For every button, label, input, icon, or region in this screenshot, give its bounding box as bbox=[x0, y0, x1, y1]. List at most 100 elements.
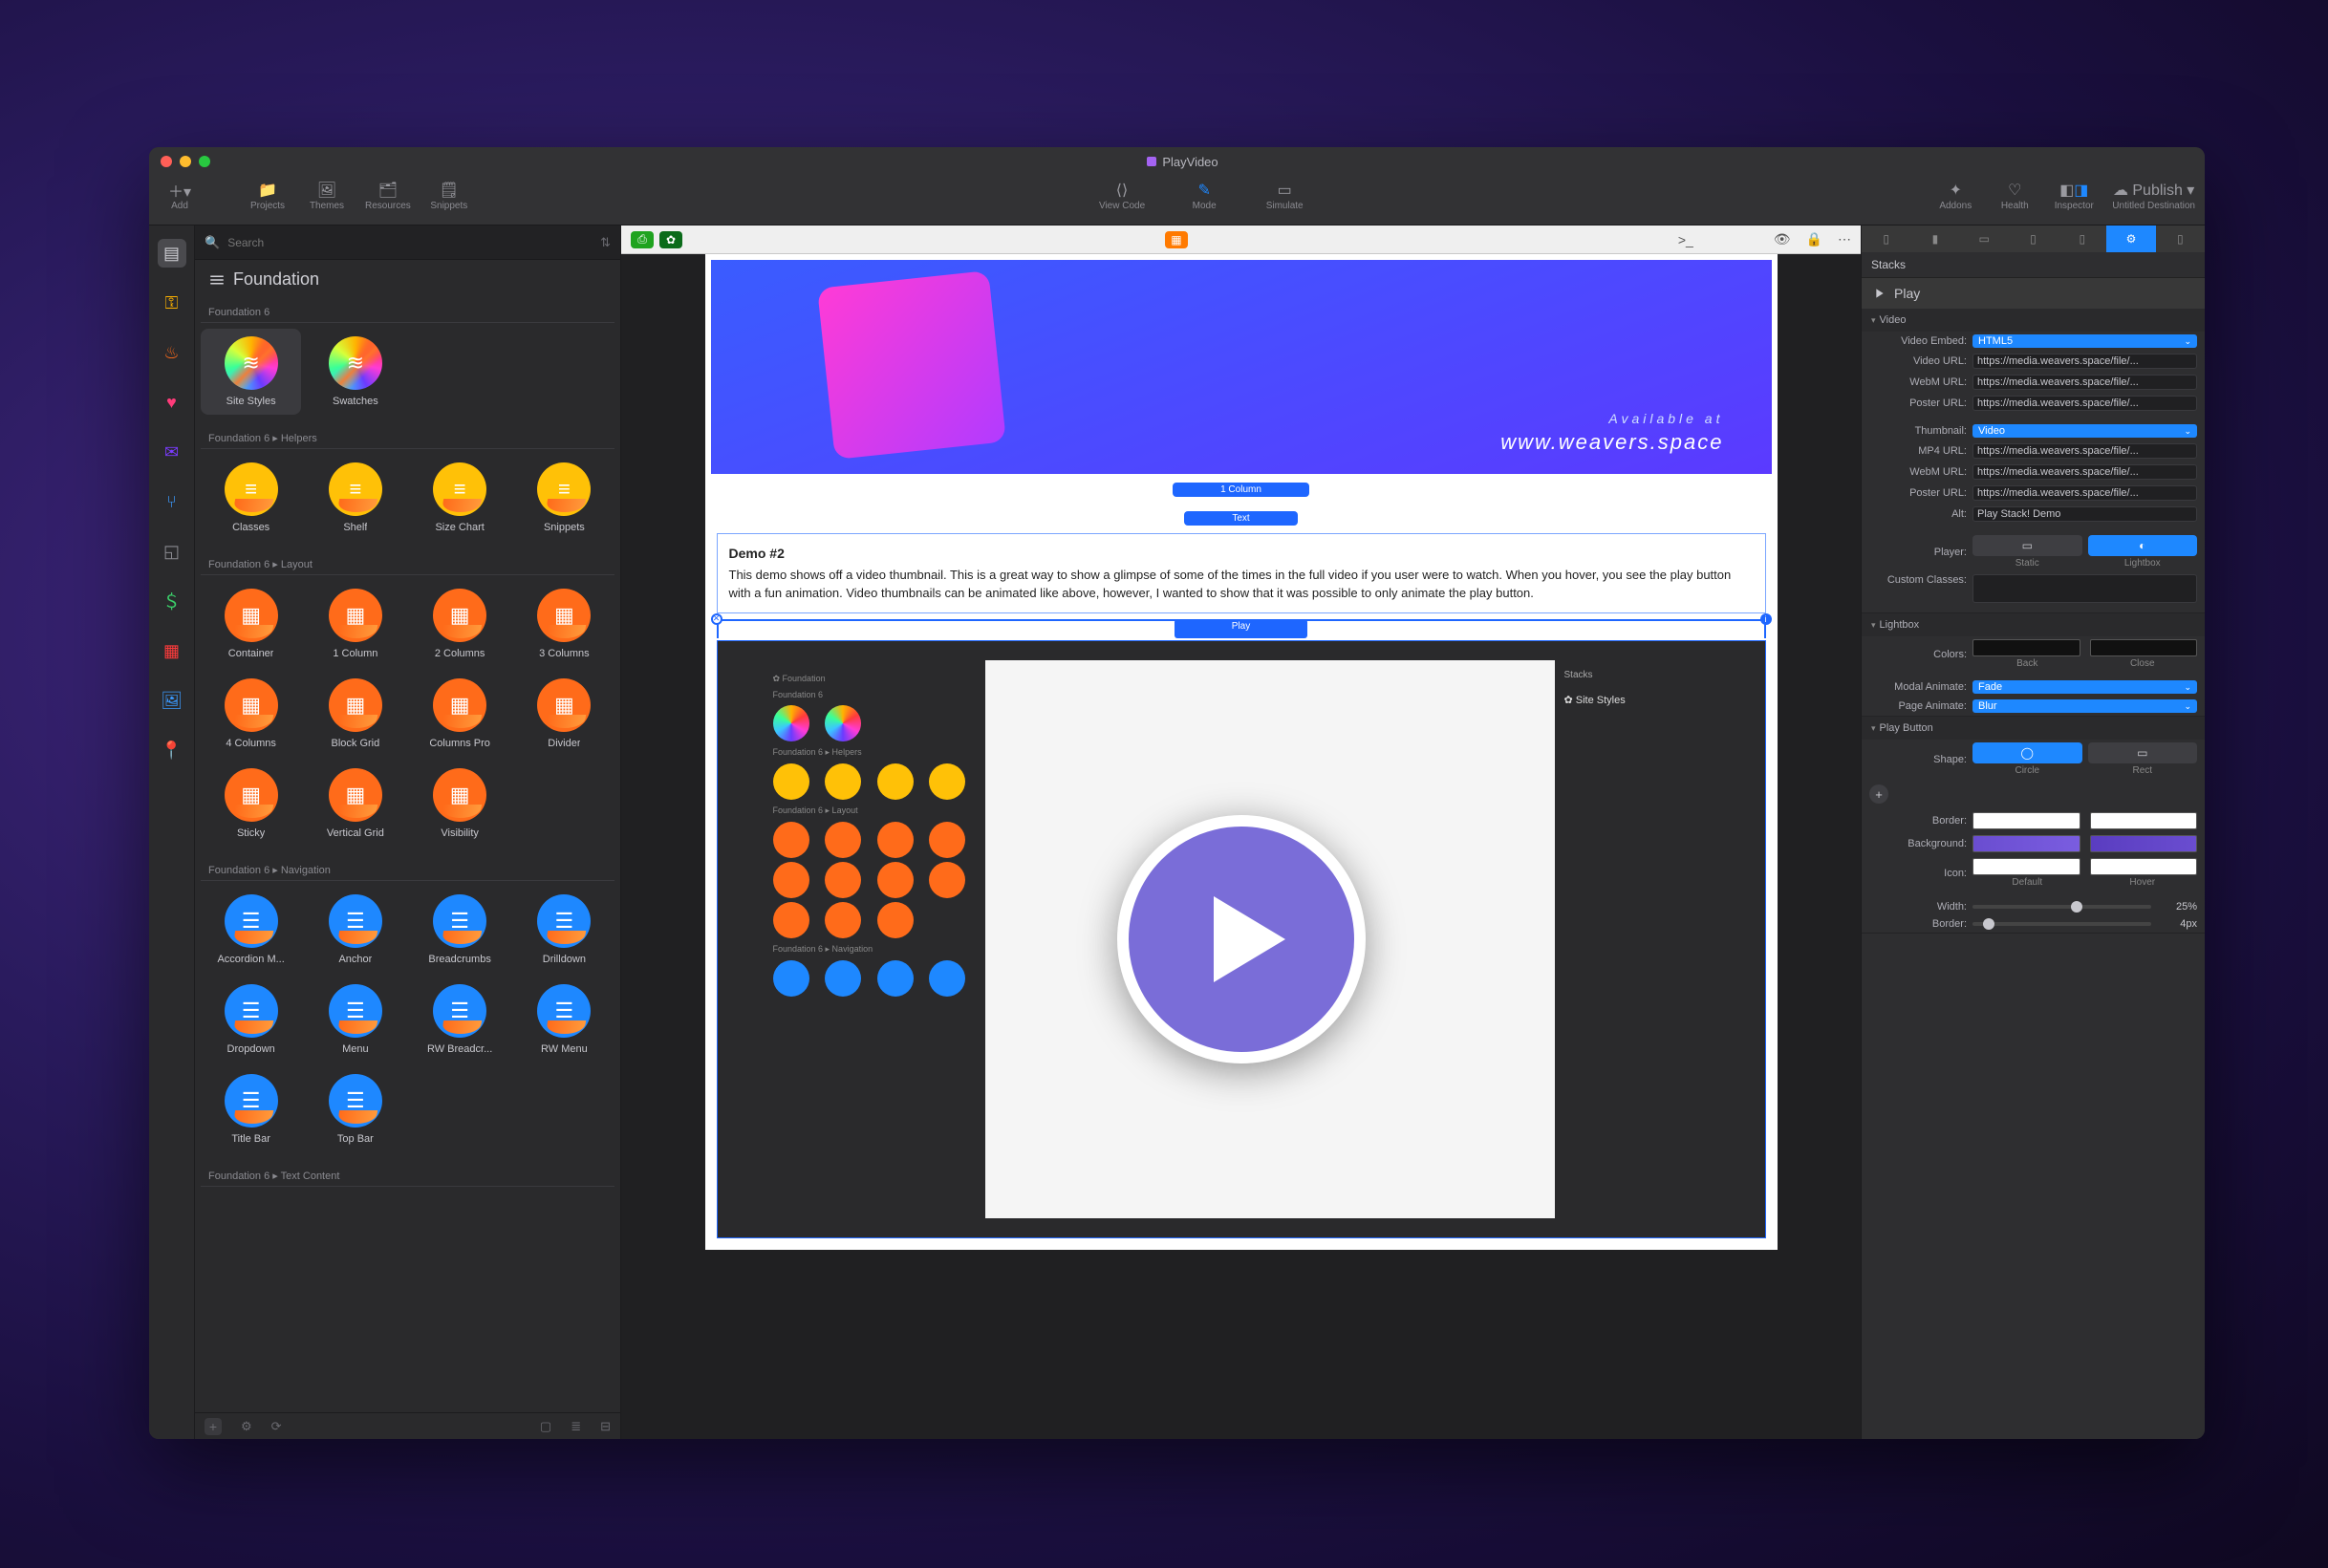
modal-animate-select[interactable]: Fade⌄ bbox=[1972, 680, 2197, 694]
rail-stacks[interactable]: ▤ bbox=[158, 239, 186, 268]
selection-handle-left[interactable]: ✕ bbox=[711, 613, 722, 625]
rail-heart[interactable]: ♥ bbox=[158, 388, 186, 417]
inspector-tab-4[interactable]: ▯ bbox=[2009, 226, 2058, 252]
view-code-button[interactable]: ⟨⟩View Code bbox=[1099, 182, 1145, 211]
canvas-chip-2[interactable]: ✿ bbox=[659, 231, 682, 248]
section-video[interactable]: Video bbox=[1862, 309, 2205, 332]
page-animate-select[interactable]: Blur⌄ bbox=[1972, 699, 2197, 713]
border-slider[interactable] bbox=[1972, 922, 2151, 926]
stack-tile[interactable]: ▦Block Grid bbox=[305, 671, 405, 757]
projects-button[interactable]: 📁Projects bbox=[247, 182, 289, 211]
stack-tile[interactable]: ☰Menu bbox=[305, 977, 405, 1063]
stack-tile[interactable]: ▦Columns Pro bbox=[410, 671, 510, 757]
more-icon[interactable]: ⋯ bbox=[1838, 231, 1851, 247]
list-view-icon[interactable]: ≣ bbox=[571, 1419, 581, 1434]
shape-rect-button[interactable]: ▭ bbox=[2088, 742, 2198, 763]
stack-label-play[interactable]: Play bbox=[1175, 619, 1307, 638]
collapse-icon[interactable]: ⊟ bbox=[600, 1419, 611, 1434]
stack-tile[interactable]: ☰Accordion M... bbox=[201, 887, 301, 973]
addons-button[interactable]: ✦Addons bbox=[1934, 182, 1976, 211]
player-lightbox-button[interactable]: ◐ bbox=[2088, 535, 2198, 556]
rail-money[interactable]: ＄ bbox=[158, 587, 186, 615]
stack-tile[interactable]: ☰Dropdown bbox=[201, 977, 301, 1063]
add-page-button[interactable]: + bbox=[205, 1418, 222, 1435]
stack-tile[interactable]: ☰RW Menu bbox=[514, 977, 614, 1063]
minimize-window-button[interactable] bbox=[180, 156, 191, 167]
stack-tile[interactable]: ▦Visibility bbox=[410, 761, 510, 847]
stack-label-1column[interactable]: 1 Column bbox=[1173, 483, 1309, 497]
shape-circle-button[interactable]: ◯ bbox=[1972, 742, 2082, 763]
section-play-button[interactable]: Play Button bbox=[1862, 717, 2205, 740]
border-swatch-2[interactable] bbox=[2090, 812, 2198, 829]
webm2-url-input[interactable]: https://media.weavers.space/file/... bbox=[1972, 464, 2197, 480]
bg-swatch-1[interactable] bbox=[1972, 835, 2080, 852]
alt-input[interactable]: Play Stack! Demo bbox=[1972, 506, 2197, 522]
video-embed-select[interactable]: HTML5⌄ bbox=[1972, 334, 2197, 348]
section-lightbox[interactable]: Lightbox bbox=[1862, 613, 2205, 636]
rail-key[interactable]: ⚿ bbox=[158, 289, 186, 317]
stack-tile[interactable]: ☰Title Bar bbox=[201, 1066, 301, 1152]
poster-url-input[interactable]: https://media.weavers.space/file/... bbox=[1972, 396, 2197, 411]
video-url-input[interactable]: https://media.weavers.space/file/... bbox=[1972, 354, 2197, 369]
publish-button[interactable]: ☁ Publish ▾Untitled Destination bbox=[2112, 182, 2195, 211]
resources-button[interactable]: 🗂Resources bbox=[365, 182, 411, 211]
thumbnail-select[interactable]: Video⌄ bbox=[1972, 424, 2197, 438]
stack-tile[interactable]: ☰RW Breadcr... bbox=[410, 977, 510, 1063]
rail-flame[interactable]: ♨ bbox=[158, 338, 186, 367]
health-button[interactable]: ♡Health bbox=[1994, 182, 2036, 211]
gear-icon[interactable]: ⚙ bbox=[241, 1419, 252, 1434]
stack-tile[interactable]: ▦Divider bbox=[514, 671, 614, 757]
bg-swatch-2[interactable] bbox=[2090, 835, 2198, 852]
stack-tile[interactable]: ≡Snippets bbox=[514, 455, 614, 541]
stack-tile[interactable]: ▦Vertical Grid bbox=[305, 761, 405, 847]
inspector-tab-2[interactable]: ▮ bbox=[1910, 226, 1959, 252]
eye-icon[interactable]: 👁 bbox=[1774, 231, 1791, 247]
stack-tile[interactable]: ≋Site Styles bbox=[201, 329, 301, 415]
inspector-tab-7[interactable]: ▯ bbox=[2156, 226, 2205, 252]
themes-button[interactable]: 🖼Themes bbox=[306, 182, 348, 211]
stack-tile[interactable]: ≡Classes bbox=[201, 455, 301, 541]
close-window-button[interactable] bbox=[161, 156, 172, 167]
icon-swatch-1[interactable] bbox=[1972, 858, 2080, 875]
stack-tile[interactable]: ☰Drilldown bbox=[514, 887, 614, 973]
poster2-url-input[interactable]: https://media.weavers.space/file/... bbox=[1972, 485, 2197, 501]
inspector-button[interactable]: ◧ ◨Inspector bbox=[2053, 182, 2095, 211]
sort-toggle[interactable]: ⇅ bbox=[600, 235, 611, 250]
rail-branch[interactable]: ⑂ bbox=[158, 487, 186, 516]
stack-tile[interactable]: ≡Size Chart bbox=[410, 455, 510, 541]
maximize-window-button[interactable] bbox=[199, 156, 210, 167]
player-static-button[interactable]: ▭ bbox=[1972, 535, 2082, 556]
refresh-icon[interactable]: ⟳ bbox=[271, 1419, 282, 1434]
canvas-chip-grid[interactable]: ▦ bbox=[1165, 231, 1188, 248]
stack-tile[interactable]: ☰Top Bar bbox=[305, 1066, 405, 1152]
lock-icon[interactable]: 🔒 bbox=[1806, 231, 1822, 247]
width-slider[interactable] bbox=[1972, 905, 2151, 909]
stack-tile[interactable]: ☰Anchor bbox=[305, 887, 405, 973]
stack-tile[interactable]: ☰Breadcrumbs bbox=[410, 887, 510, 973]
stack-tile[interactable]: ▦2 Columns bbox=[410, 581, 510, 667]
stack-tile[interactable]: ▦Sticky bbox=[201, 761, 301, 847]
rail-grid[interactable]: ▦ bbox=[158, 636, 186, 665]
play-button-overlay[interactable] bbox=[1117, 815, 1366, 1063]
search-input[interactable] bbox=[227, 236, 593, 249]
inspector-tab-6[interactable]: ⚙ bbox=[2106, 226, 2155, 252]
custom-classes-input[interactable] bbox=[1972, 574, 2197, 603]
stack-tile[interactable]: ≡Shelf bbox=[305, 455, 405, 541]
lightbox-back-swatch[interactable] bbox=[1972, 639, 2080, 656]
icon-swatch-2[interactable] bbox=[2090, 858, 2198, 875]
text-stack[interactable]: Demo #2 This demo shows off a video thum… bbox=[717, 533, 1766, 613]
stack-label-text[interactable]: Text bbox=[1184, 511, 1297, 526]
mode-button[interactable]: ✎Mode bbox=[1183, 182, 1225, 211]
stack-tile[interactable]: ▦Container bbox=[201, 581, 301, 667]
terminal-icon[interactable]: >_ bbox=[1678, 232, 1693, 247]
border-swatch-1[interactable] bbox=[1972, 812, 2080, 829]
webm-url-input[interactable]: https://media.weavers.space/file/... bbox=[1972, 375, 2197, 390]
add-property-button[interactable]: + bbox=[1869, 784, 1888, 804]
rail-cube[interactable]: ◱ bbox=[158, 537, 186, 566]
thumb-view-icon[interactable]: ▢ bbox=[540, 1419, 551, 1434]
rail-pin[interactable]: 📍 bbox=[158, 736, 186, 764]
simulate-button[interactable]: ▭Simulate bbox=[1263, 182, 1305, 211]
play-stack[interactable]: ✿ Foundation Foundation 6 Foundation 6 ▸… bbox=[717, 640, 1766, 1238]
inspector-tab-3[interactable]: ▭ bbox=[1960, 226, 2009, 252]
rail-image[interactable]: 🖼 bbox=[158, 686, 186, 715]
